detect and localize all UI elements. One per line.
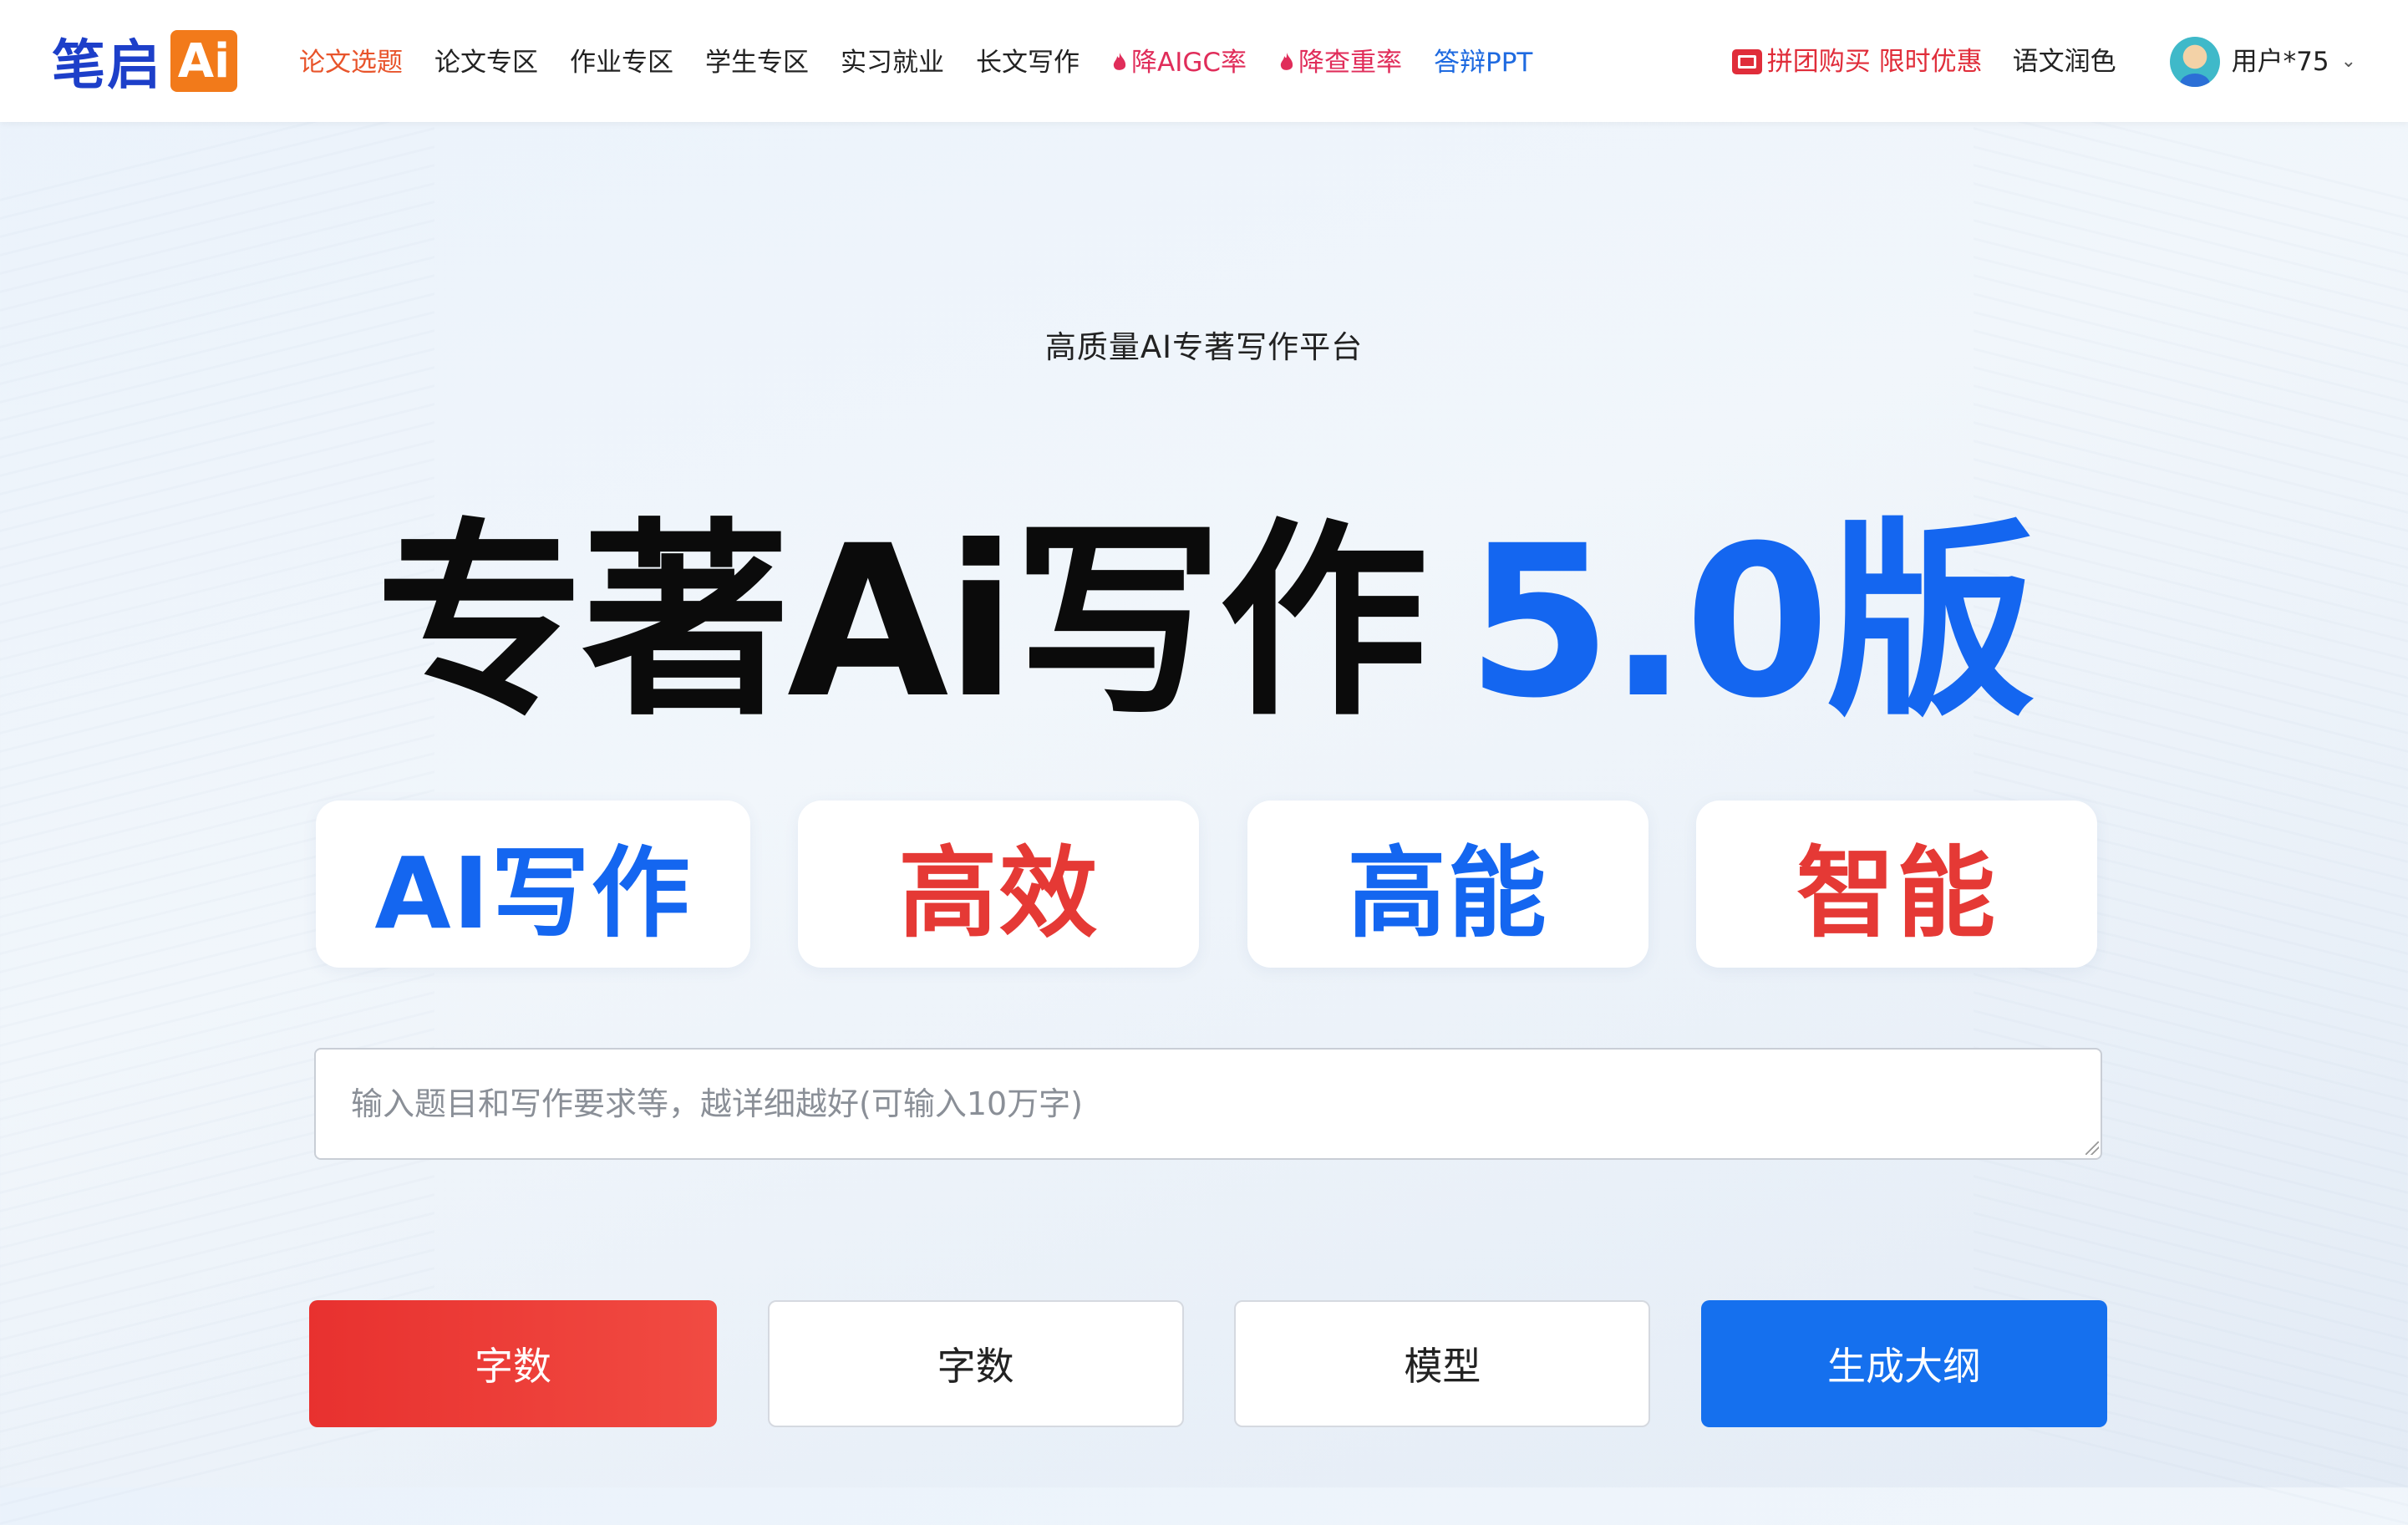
nav-item-thesis-zone[interactable]: 论文专区: [434, 40, 538, 85]
nav-item-homework-zone[interactable]: 作业专区: [570, 40, 673, 85]
header-right: 拼团购买 限时优惠 语文润色 用户*75 ⌄: [1731, 37, 2356, 87]
promo-icon: [1731, 49, 1762, 74]
hero-subtitle: 高质量AI专著写作平台: [1044, 329, 1364, 365]
group-buy-promo-link[interactable]: 拼团购买 限时优惠: [1731, 37, 1983, 87]
feature-card-ai-writing: AI写作: [316, 801, 750, 968]
flame-icon: [1113, 53, 1126, 70]
user-name: 用户*75: [2231, 47, 2329, 77]
feature-card-high-performance: 高能: [1247, 801, 1649, 968]
logo-ai-badge: Ai: [170, 30, 237, 92]
hero-title-version: 5.0版: [1466, 501, 2035, 744]
hero-title: 专著Ai写作 5.0版: [0, 489, 2408, 756]
nav-item-defense-ppt[interactable]: 答辩PPT: [1434, 40, 1532, 85]
flame-icon: [1280, 53, 1293, 70]
topic-requirements-input[interactable]: [314, 1048, 2102, 1160]
model-select[interactable]: 模型: [1234, 1300, 1651, 1427]
nav-item-internship-jobs[interactable]: 实习就业: [841, 40, 944, 85]
nav-item-long-writing[interactable]: 长文写作: [976, 40, 1080, 85]
language-polish-link[interactable]: 语文润色: [2013, 37, 2116, 87]
top-header: 笔启 Ai 论文选题 论文专区 作业专区 学生专区 实习就业 长文写作 降AIG…: [0, 0, 2408, 122]
nav-item-reduce-plagiarism-label: 降查重率: [1298, 48, 1403, 78]
logo-text: 笔启: [52, 35, 162, 97]
chevron-down-icon: ⌄: [2340, 51, 2356, 72]
word-count-select[interactable]: 字数: [767, 1300, 1184, 1427]
hero-title-main: 专著Ai写作: [375, 501, 1428, 744]
site-logo[interactable]: 笔启 Ai: [52, 15, 277, 107]
nav-item-thesis-topic[interactable]: 论文选题: [299, 40, 403, 85]
promo-label: 拼团购买 限时优惠: [1766, 47, 1983, 77]
avatar: [2169, 37, 2220, 87]
word-count-selected-button[interactable]: 字数: [309, 1300, 717, 1427]
main-nav: 论文选题 论文专区 作业专区 学生专区 实习就业 长文写作 降AIGC率 降查重…: [299, 40, 1532, 85]
generate-outline-button[interactable]: 生成大纲: [1700, 1300, 2107, 1427]
nav-item-reduce-aigc[interactable]: 降AIGC率: [1111, 40, 1247, 85]
feature-card-efficient: 高效: [798, 801, 1200, 968]
nav-item-reduce-aigc-label: 降AIGC率: [1131, 48, 1247, 78]
nav-item-reduce-plagiarism[interactable]: 降查重率: [1278, 40, 1402, 85]
feature-cards: AI写作 高效 高能 智能: [316, 801, 2097, 968]
feature-card-intelligent: 智能: [1695, 801, 2097, 968]
user-menu[interactable]: 用户*75 ⌄: [2169, 37, 2356, 87]
action-bar: 字数 字数 模型 生成大纲: [309, 1300, 2107, 1427]
textarea-resize-handle[interactable]: [2085, 1141, 2099, 1155]
nav-item-student-zone[interactable]: 学生专区: [705, 40, 809, 85]
